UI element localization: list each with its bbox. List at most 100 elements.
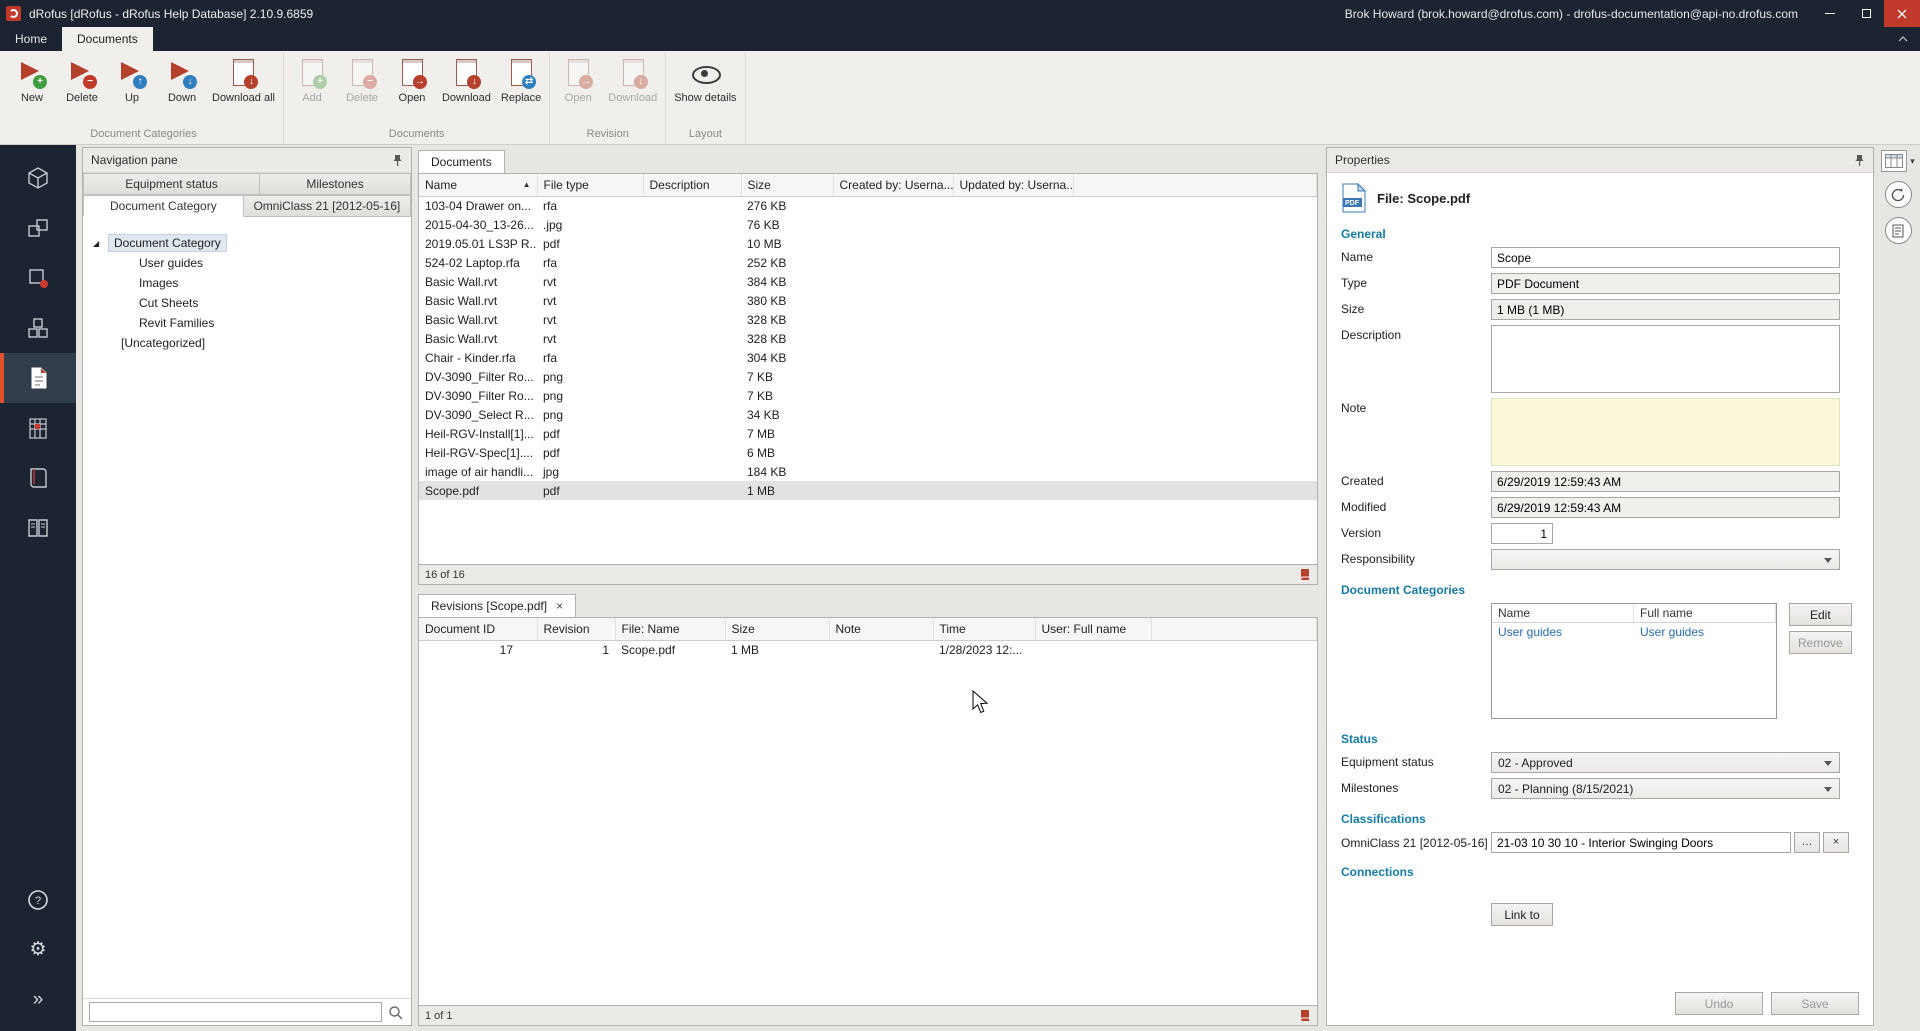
tab-omniclass[interactable]: OmniClass 21 [2012-05-16] (244, 195, 411, 217)
pin-icon[interactable] (1854, 154, 1865, 167)
ribbon-button[interactable]: ↓ Down (157, 54, 207, 126)
book-icon[interactable] (1298, 1009, 1311, 1022)
ribbon-button[interactable]: Show details (669, 54, 741, 126)
ribbon-button[interactable]: → Open (387, 54, 437, 126)
document-row[interactable]: 103-04 Drawer on... rfa 276 KB (419, 196, 1317, 215)
settings-button[interactable]: ⚙ (0, 925, 76, 975)
milestones-select[interactable]: 02 - Planning (8/15/2021) (1491, 778, 1840, 799)
tree-item[interactable]: Images (93, 273, 407, 293)
document-row[interactable]: 2019.05.01 LS3P R... pdf 10 MB (419, 234, 1317, 253)
omniclass-browse-button[interactable]: … (1794, 832, 1820, 853)
ribbon-button[interactable]: − Delete (337, 54, 387, 126)
revisions-tab[interactable]: Revisions [Scope.pdf] × (418, 594, 576, 617)
category-fullname-link[interactable]: User guides (1634, 623, 1776, 641)
col-document-id[interactable]: Document ID (419, 618, 537, 640)
document-row[interactable]: Chair - Kinder.rfa rfa 304 KB (419, 348, 1317, 367)
tab-document-category[interactable]: Document Category (83, 195, 244, 217)
equipment-status-select[interactable]: 02 - Approved (1491, 752, 1840, 773)
rail-item-reports[interactable] (0, 453, 76, 503)
col-description[interactable]: Description (643, 174, 741, 196)
col-created-by[interactable]: Created by: Userna... (833, 174, 953, 196)
remove-category-button[interactable]: Remove (1789, 631, 1852, 654)
ribbon-button[interactable]: ↑ Up (107, 54, 157, 126)
col-time[interactable]: Time (933, 618, 1035, 640)
col-rev-size[interactable]: Size (725, 618, 829, 640)
document-row[interactable]: Basic Wall.rvt rvt 328 KB (419, 310, 1317, 329)
ribbon-button[interactable]: ↓ Download (603, 54, 662, 126)
document-row[interactable]: Scope.pdf pdf 1 MB (419, 481, 1317, 500)
help-button[interactable]: ? (0, 875, 76, 925)
tree-root-row[interactable]: ◢ Document Category (93, 233, 407, 253)
tab-home[interactable]: Home (0, 27, 62, 51)
tree-item[interactable]: Cut Sheets (93, 293, 407, 313)
document-row[interactable]: Heil-RGV-Spec[1].... pdf 6 MB (419, 443, 1317, 462)
rail-item-products[interactable] (0, 303, 76, 353)
tab-documents[interactable]: Documents (62, 27, 153, 51)
rail-item-systems[interactable] (0, 403, 76, 453)
document-row[interactable]: 2015-04-30_13-26... .jpg 76 KB (419, 215, 1317, 234)
col-size[interactable]: Size (741, 174, 833, 196)
revision-row[interactable]: 17 1 Scope.pdf 1 MB 1/28/2023 12:... (419, 640, 1317, 659)
document-row[interactable]: DV-3090_Filter Ro... png 7 KB (419, 386, 1317, 405)
rail-item-projects[interactable] (0, 153, 76, 203)
col-user[interactable]: User: Full name (1035, 618, 1151, 640)
version-field[interactable] (1491, 523, 1553, 544)
ribbon-button[interactable]: → Open (553, 54, 603, 126)
col-file-type[interactable]: File type (537, 174, 643, 196)
document-row[interactable]: DV-3090_Filter Ro... png 7 KB (419, 367, 1317, 386)
history-panel-button[interactable] (1885, 181, 1912, 208)
ribbon-button[interactable]: − Delete (57, 54, 107, 126)
rail-item-items[interactable] (0, 253, 76, 303)
tab-milestones[interactable]: Milestones (260, 173, 411, 195)
description-field[interactable] (1491, 325, 1840, 393)
book-icon[interactable] (1298, 568, 1311, 581)
category-name-link[interactable]: User guides (1492, 623, 1634, 641)
document-row[interactable]: 524-02 Laptop.rfa rfa 252 KB (419, 253, 1317, 272)
pin-icon[interactable] (392, 154, 403, 167)
search-icon[interactable] (388, 1005, 403, 1020)
tree-root-label[interactable]: Document Category (108, 234, 227, 252)
audit-panel-button[interactable] (1885, 217, 1912, 244)
tree-expander-icon[interactable]: ◢ (93, 239, 108, 248)
ribbon-button[interactable]: + Add (287, 54, 337, 126)
rail-item-rooms[interactable] (0, 203, 76, 253)
caret-down-icon[interactable]: ▾ (1910, 156, 1915, 167)
col-revision[interactable]: Revision (537, 618, 615, 640)
category-row[interactable]: User guides User guides (1492, 623, 1776, 641)
omniclass-clear-button[interactable]: × (1823, 832, 1849, 853)
name-field[interactable] (1491, 247, 1840, 268)
tree-item[interactable]: Revit Families (93, 313, 407, 333)
close-tab-icon[interactable]: × (556, 601, 563, 611)
omniclass-field[interactable] (1491, 832, 1791, 853)
collapse-ribbon-button[interactable] (1886, 27, 1920, 51)
document-row[interactable]: Heil-RGV-Install[1]... pdf 7 MB (419, 424, 1317, 443)
edit-categories-button[interactable]: Edit (1789, 603, 1852, 626)
col-note[interactable]: Note (829, 618, 933, 640)
close-button[interactable] (1884, 0, 1920, 27)
note-field[interactable] (1491, 398, 1840, 466)
document-row[interactable]: Basic Wall.rvt rvt 380 KB (419, 291, 1317, 310)
tree-item[interactable]: User guides (93, 253, 407, 273)
documents-grid-tab[interactable]: Documents (418, 150, 505, 173)
col-updated-by[interactable]: Updated by: Userna... (953, 174, 1073, 196)
maximize-button[interactable] (1848, 0, 1884, 27)
document-row[interactable]: Basic Wall.rvt rvt 384 KB (419, 272, 1317, 291)
responsibility-select[interactable] (1491, 549, 1840, 570)
ribbon-button[interactable]: + New (7, 54, 57, 126)
ribbon-button[interactable]: ⇄ Replace (496, 54, 546, 126)
rail-item-documents[interactable] (0, 353, 76, 403)
rail-item-logs[interactable] (0, 503, 76, 553)
expand-rail-button[interactable]: » (0, 975, 76, 1025)
tab-equipment-status[interactable]: Equipment status (83, 173, 260, 195)
minimize-button[interactable] (1812, 0, 1848, 27)
save-button[interactable]: Save (1771, 992, 1859, 1015)
ribbon-button[interactable]: ↓ Download (437, 54, 496, 126)
document-row[interactable]: DV-3090_Select R... png 34 KB (419, 405, 1317, 424)
layout-grid-button[interactable] (1881, 150, 1907, 172)
col-file-name[interactable]: File: Name (615, 618, 725, 640)
link-to-button[interactable]: Link to (1491, 903, 1553, 926)
tree-item[interactable]: [Uncategorized] (93, 333, 407, 353)
document-row[interactable]: image of air handli... jpg 184 KB (419, 462, 1317, 481)
col-name[interactable]: Name▲ (419, 174, 537, 196)
document-row[interactable]: Basic Wall.rvt rvt 328 KB (419, 329, 1317, 348)
